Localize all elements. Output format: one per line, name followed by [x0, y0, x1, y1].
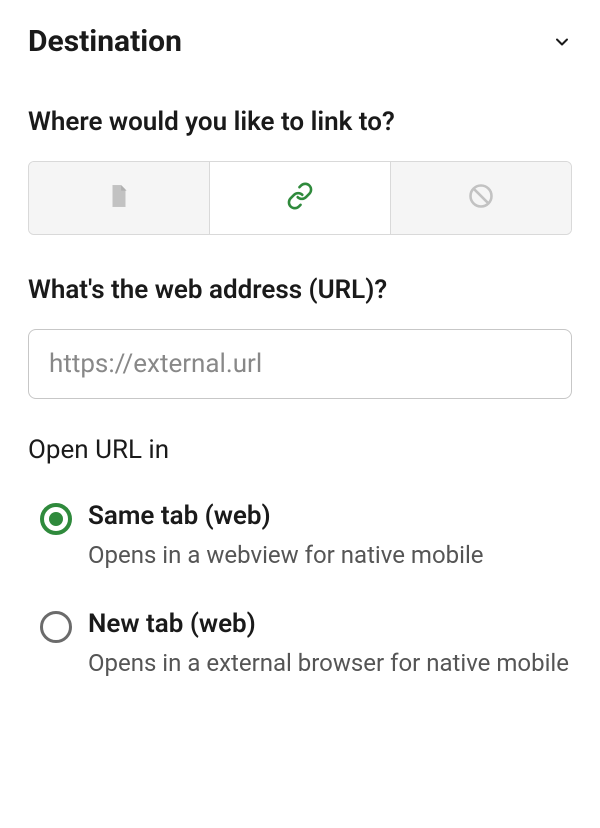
chevron-down-icon — [552, 32, 572, 52]
section-header[interactable]: Destination — [28, 24, 572, 59]
none-icon — [467, 182, 495, 214]
radio-title: Same tab (web) — [88, 501, 572, 531]
tab-none[interactable] — [391, 162, 571, 234]
open-url-radio-group: Same tab (web) Opens in a webview for na… — [28, 501, 572, 681]
link-destination-label: Where would you like to link to? — [28, 107, 572, 137]
tab-link[interactable] — [210, 162, 391, 234]
open-url-label: Open URL in — [28, 435, 572, 465]
section-title: Destination — [28, 24, 182, 59]
radio-content: New tab (web) Opens in a external browse… — [88, 609, 572, 681]
radio-button-icon — [40, 503, 72, 535]
radio-title: New tab (web) — [88, 609, 572, 639]
radio-same-tab[interactable]: Same tab (web) Opens in a webview for na… — [40, 501, 572, 573]
radio-description: Opens in a external browser for native m… — [88, 645, 572, 681]
radio-new-tab[interactable]: New tab (web) Opens in a external browse… — [40, 609, 572, 681]
page-icon — [106, 183, 132, 213]
url-input[interactable] — [28, 329, 572, 399]
tab-page[interactable] — [29, 162, 210, 234]
radio-description: Opens in a webview for native mobile — [88, 537, 572, 573]
url-label: What's the web address (URL)? — [28, 275, 572, 305]
radio-content: Same tab (web) Opens in a webview for na… — [88, 501, 572, 573]
link-icon — [286, 182, 314, 214]
radio-button-icon — [40, 611, 72, 643]
destination-type-tabs — [28, 161, 572, 235]
